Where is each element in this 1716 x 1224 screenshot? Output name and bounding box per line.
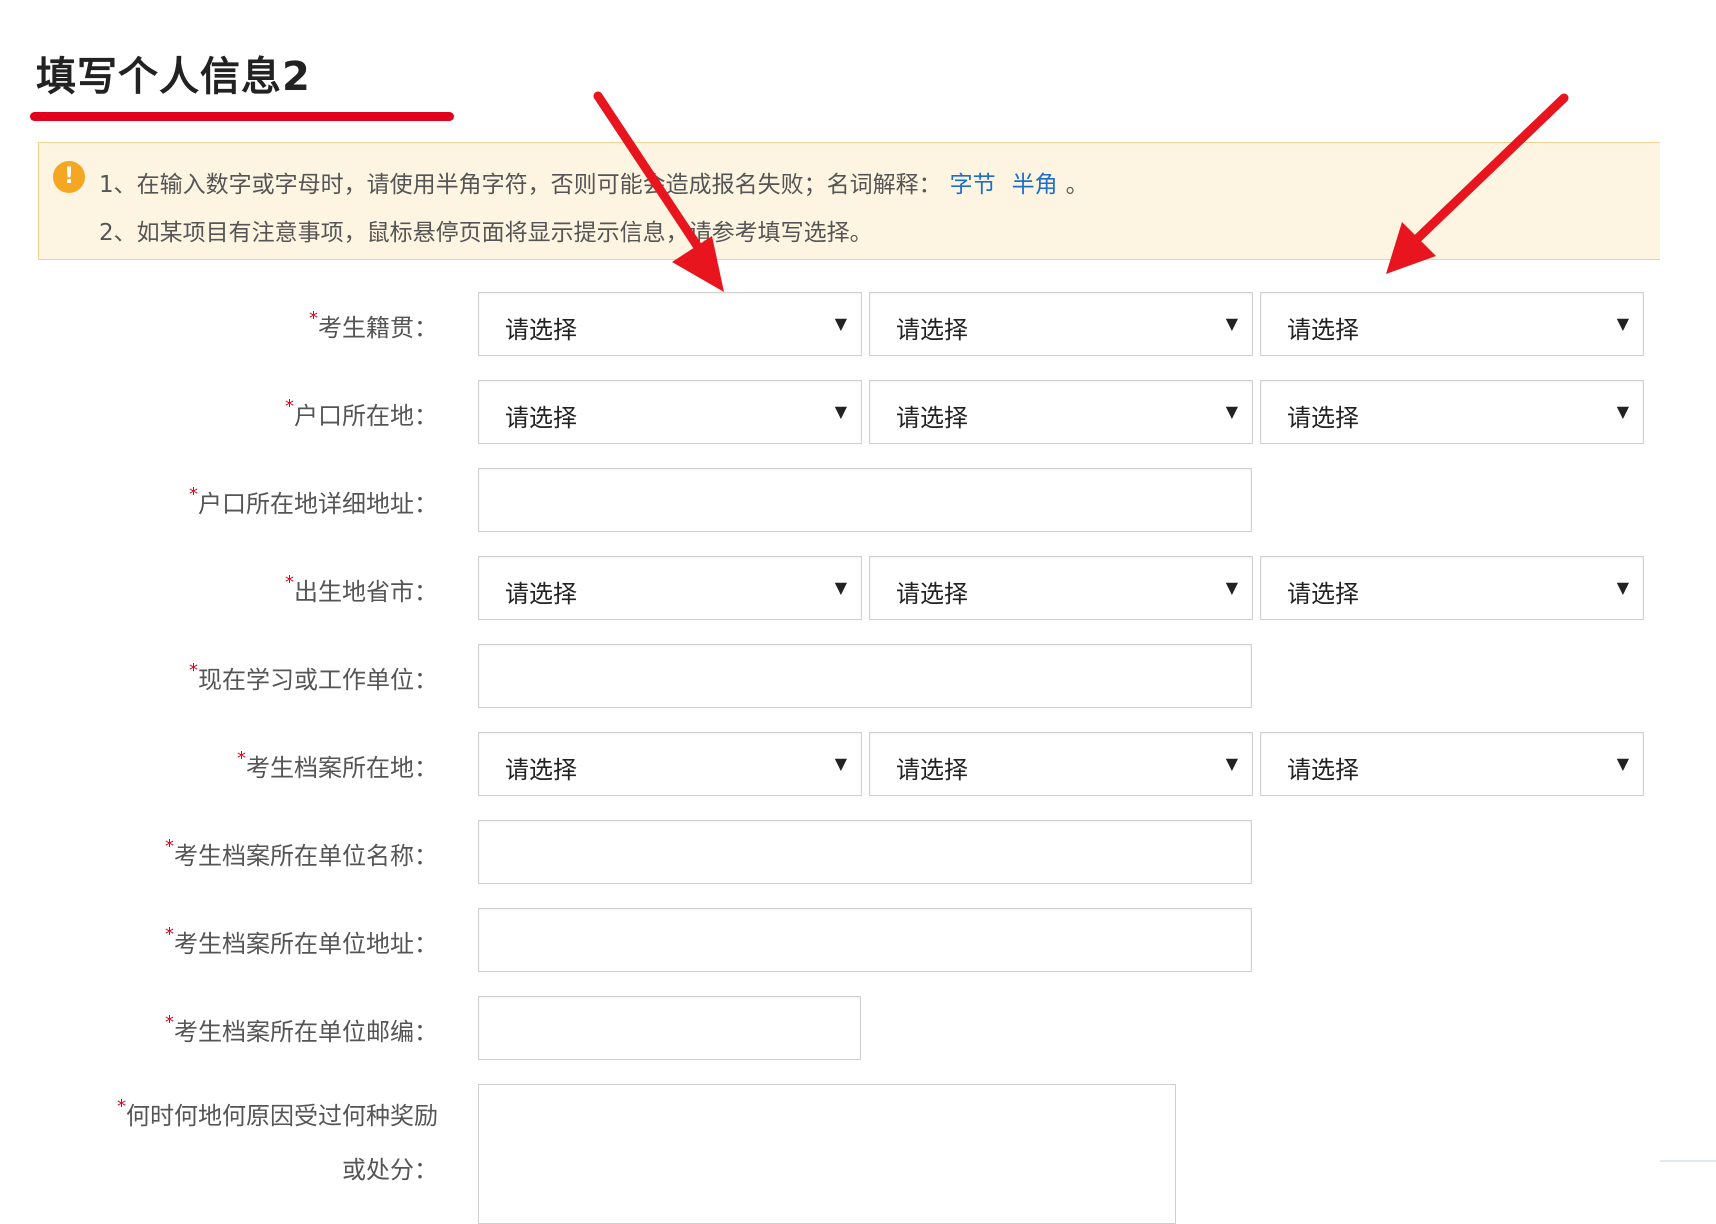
caret-down-icon: ▼ [1225, 578, 1238, 597]
label-rewards-line2: 或处分： [342, 1156, 438, 1184]
rewards-punishments-textarea[interactable] [478, 1084, 1176, 1224]
household-county-select[interactable]: 请选择 ▼ [1260, 380, 1644, 444]
notice-line-1-end: 。 [1065, 172, 1089, 198]
caret-down-icon: ▼ [834, 314, 847, 333]
required-mark: * [189, 660, 198, 681]
required-mark: * [285, 396, 294, 417]
link-half-width[interactable]: 半角 [1012, 172, 1058, 198]
notice-box: ! 1、在输入数字或字母时，请使用半角字符，否则可能会造成报名失败；名词解释： 字… [38, 142, 1660, 260]
label-rewards-line1: *何时何地何原因受过何种奖励 [117, 1096, 438, 1130]
link-byte[interactable]: 字节 [950, 172, 996, 198]
page-title: 填写个人信息2 [36, 54, 311, 100]
required-mark: * [165, 1012, 174, 1033]
label-archive-unit-name: *考生档案所在单位名称： [165, 836, 438, 870]
caret-down-icon: ▼ [1616, 314, 1629, 333]
archive-county-select[interactable]: 请选择 ▼ [1260, 732, 1644, 796]
caret-down-icon: ▼ [834, 402, 847, 421]
title-underline [30, 112, 454, 121]
label-birthplace: *出生地省市： [285, 572, 438, 606]
caret-down-icon: ▼ [1225, 314, 1238, 333]
required-mark: * [189, 484, 198, 505]
required-mark: * [285, 572, 294, 593]
label-household-address: *户口所在地详细地址： [189, 484, 438, 518]
required-mark: * [117, 1096, 126, 1117]
edge-divider [1660, 1160, 1716, 1162]
native-place-city-select[interactable]: 请选择 ▼ [869, 292, 1253, 356]
label-native-place: *考生籍贯： [309, 308, 438, 342]
warning-icon: ! [53, 161, 85, 193]
birthplace-province-select[interactable]: 请选择 ▼ [478, 556, 862, 620]
household-address-input[interactable] [478, 468, 1252, 532]
caret-down-icon: ▼ [1616, 754, 1629, 773]
required-mark: * [165, 836, 174, 857]
label-current-unit: *现在学习或工作单位： [189, 660, 438, 694]
archive-unit-address-input[interactable] [478, 908, 1252, 972]
caret-down-icon: ▼ [1616, 402, 1629, 421]
label-archive-unit-address: *考生档案所在单位地址： [165, 924, 438, 958]
birthplace-city-select[interactable]: 请选择 ▼ [869, 556, 1253, 620]
archive-city-select[interactable]: 请选择 ▼ [869, 732, 1253, 796]
household-city-select[interactable]: 请选择 ▼ [869, 380, 1253, 444]
archive-unit-postcode-input[interactable] [478, 996, 861, 1060]
required-mark: * [309, 308, 318, 329]
caret-down-icon: ▼ [1225, 754, 1238, 773]
caret-down-icon: ▼ [834, 754, 847, 773]
notice-line-2: 2、如某项目有注意事项，鼠标悬停页面将显示提示信息，请参考填写选择。 [99, 220, 873, 246]
native-place-province-select[interactable]: 请选择 ▼ [478, 292, 862, 356]
notice-line-1-text: 1、在输入数字或字母时，请使用半角字符，否则可能会造成报名失败；名词解释： [99, 172, 942, 198]
native-place-county-select[interactable]: 请选择 ▼ [1260, 292, 1644, 356]
archive-unit-name-input[interactable] [478, 820, 1252, 884]
notice-line-1: 1、在输入数字或字母时，请使用半角字符，否则可能会造成报名失败；名词解释： 字节半… [99, 165, 1089, 199]
current-unit-input[interactable] [478, 644, 1252, 708]
label-archive-location: *考生档案所在地： [237, 748, 438, 782]
caret-down-icon: ▼ [1225, 402, 1238, 421]
label-archive-unit-postcode: *考生档案所在单位邮编： [165, 1012, 438, 1046]
label-household-location: *户口所在地： [285, 396, 438, 430]
birthplace-county-select[interactable]: 请选择 ▼ [1260, 556, 1644, 620]
caret-down-icon: ▼ [1616, 578, 1629, 597]
archive-province-select[interactable]: 请选择 ▼ [478, 732, 862, 796]
required-mark: * [165, 924, 174, 945]
required-mark: * [237, 748, 246, 769]
caret-down-icon: ▼ [834, 578, 847, 597]
household-province-select[interactable]: 请选择 ▼ [478, 380, 862, 444]
